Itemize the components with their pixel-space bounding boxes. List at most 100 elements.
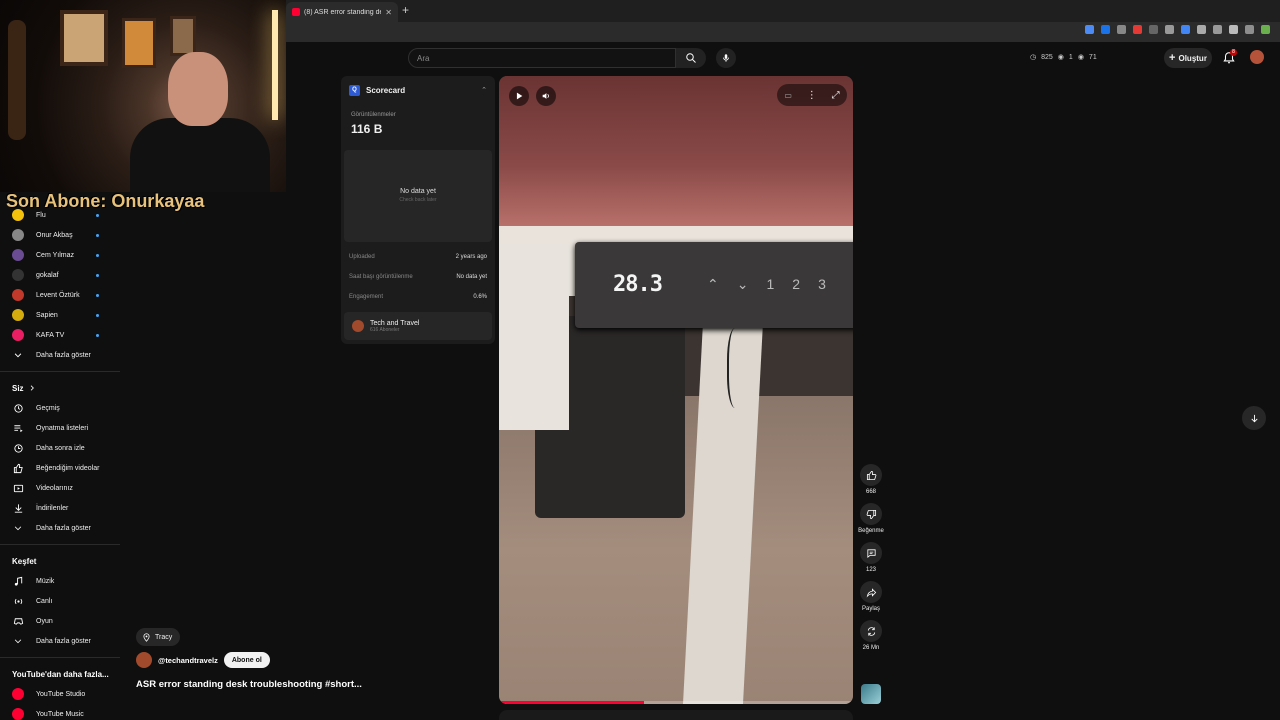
extension-icon[interactable] — [1229, 25, 1238, 34]
next-short-preview[interactable] — [499, 710, 853, 720]
collapse-icon[interactable]: ⌃ — [481, 86, 487, 94]
sidebar-item-explore[interactable]: Canlı — [0, 591, 120, 611]
sidebar-item-you[interactable]: Daha sonra izle — [0, 438, 120, 458]
share-button[interactable] — [860, 581, 882, 603]
you-list: Geçmiş Oynatma listeleri Daha sonra izle Be… — [0, 398, 120, 538]
tab-close-icon[interactable]: ✕ — [385, 8, 392, 17]
sidebar-subscription[interactable]: Onur Akbaş — [0, 225, 120, 245]
sidebar-item-you[interactable]: Daha fazla göster — [0, 518, 120, 538]
mic-icon — [723, 54, 729, 62]
like-action[interactable]: 668 — [856, 464, 886, 495]
sidebar-item-you[interactable]: Geçmiş — [0, 398, 120, 418]
sidebar-item-explore[interactable]: Daha fazla göster — [0, 631, 120, 651]
extension-icon[interactable] — [1165, 25, 1174, 34]
desk-panel-buttons: ⌃ ⌄ 1 2 3 — [707, 276, 826, 293]
stat-b: 1 — [1068, 53, 1073, 61]
extension-icon[interactable] — [1101, 25, 1110, 34]
sidebar-item-you[interactable]: Videolarınız — [0, 478, 120, 498]
no-data-text: No data yet — [400, 188, 436, 195]
scorecard-title: Scorecard — [366, 86, 406, 95]
channel-avatar[interactable] — [136, 652, 152, 668]
extension-icon[interactable] — [1245, 25, 1254, 34]
sidebar-subscription[interactable]: Sapien — [0, 305, 120, 325]
webcam-person-head — [168, 52, 228, 126]
sidebar-subscription[interactable]: Levent Öztürk — [0, 285, 120, 305]
views-label: Görüntülenmeler — [351, 112, 396, 118]
scorecard-channel[interactable]: Tech and Travel 616 Aboneler — [344, 312, 492, 340]
comments-action[interactable]: 123 — [856, 542, 886, 573]
share-action[interactable]: Paylaş — [856, 581, 886, 612]
history-icon — [12, 402, 24, 414]
create-button[interactable]: + Oluştur — [1164, 48, 1212, 68]
gaming-icon — [12, 615, 24, 627]
divider — [0, 371, 120, 372]
mute-button[interactable] — [536, 86, 556, 106]
like-button[interactable] — [860, 464, 882, 486]
video-title[interactable]: ASR error standing desk troubleshooting … — [136, 679, 362, 690]
play-button[interactable] — [509, 86, 529, 106]
share-label: Paylaş — [861, 606, 880, 612]
subscribe-button[interactable]: Abone ol — [223, 652, 270, 668]
last-subscriber-alert: Son Abone: Onurkayaa — [6, 191, 205, 211]
sidebar-item-label: Sapien — [36, 311, 58, 319]
extension-icon[interactable] — [1117, 25, 1126, 34]
sidebar-subscription[interactable]: KAFA TV — [0, 325, 120, 345]
channel-handle[interactable]: @techandtravelz — [158, 656, 218, 665]
account-avatar[interactable] — [1250, 50, 1264, 64]
desk-panel-button: ⌄ — [736, 276, 749, 292]
extension-icon[interactable] — [1261, 25, 1270, 34]
sidebar-subscription[interactable]: gokalaf — [0, 265, 120, 285]
browser-tab[interactable]: (8) ASR error standing desk ✕ — [286, 2, 398, 22]
extension-icon[interactable] — [1149, 25, 1158, 34]
remix-button[interactable] — [860, 620, 882, 642]
sidebar-section-you[interactable]: Siz — [0, 378, 120, 398]
dislike-action[interactable]: Beğenme — [856, 503, 886, 534]
row-value: 0.6% — [473, 294, 487, 300]
sidebar-subscription[interactable]: Cem Yılmaz — [0, 245, 120, 265]
extension-icons — [1085, 25, 1270, 34]
stat-c: 71 — [1088, 53, 1097, 61]
new-tab-button[interactable]: + — [402, 3, 409, 17]
extension-icon[interactable] — [1213, 25, 1222, 34]
sidebar-item-explore[interactable]: Müzik — [0, 571, 120, 591]
channel-name: Tech and Travel — [370, 319, 420, 327]
shorts-video-player[interactable]: 28.3 ⌃ ⌄ 1 2 3 ▭ ⋮ ⤢ — [499, 76, 853, 704]
new-content-dot — [96, 293, 99, 297]
thumbs-up-icon — [12, 462, 24, 474]
dislike-label: Beğenme — [858, 528, 884, 534]
extension-icon[interactable] — [1085, 25, 1094, 34]
search-input[interactable]: Ara — [408, 48, 676, 68]
extension-icon[interactable] — [1197, 25, 1206, 34]
channel-subscribers: 616 Aboneler — [370, 326, 400, 333]
sidebar-subs-more[interactable]: Daha fazla göster — [0, 345, 120, 365]
play-icon — [516, 92, 523, 100]
dislike-button[interactable] — [860, 503, 882, 525]
search-icon — [686, 53, 696, 63]
comments-button[interactable] — [860, 542, 882, 564]
scorecard-logo-icon: Q — [349, 85, 360, 96]
sidebar-item-you[interactable]: Beğendiğim videolar — [0, 458, 120, 478]
sidebar-item-label: Cem Yılmaz — [36, 251, 74, 259]
thumbs-down-icon — [866, 509, 876, 519]
sidebar-item-label: Videolarınız — [36, 484, 73, 492]
location-chip[interactable]: Tracy — [136, 628, 181, 646]
sidebar-item-more[interactable]: YouTube Music — [0, 704, 120, 720]
remix-action[interactable]: 26 Mn — [856, 620, 886, 651]
sidebar-item-explore[interactable]: Oyun — [0, 611, 120, 631]
search-button[interactable] — [676, 48, 706, 68]
extension-icon[interactable] — [1133, 25, 1142, 34]
captions-icon[interactable]: ▭ — [784, 91, 792, 100]
channel-avatar-icon — [12, 249, 24, 261]
sidebar-item-you[interactable]: İndirilenler — [0, 498, 120, 518]
voice-search-button[interactable] — [716, 48, 736, 68]
next-short-button[interactable] — [1242, 406, 1266, 430]
extension-icon[interactable] — [1181, 25, 1190, 34]
sidebar-item-you[interactable]: Oynatma listeleri — [0, 418, 120, 438]
sound-thumbnail[interactable] — [861, 684, 881, 704]
sidebar-item-more[interactable]: YouTube Studio — [0, 684, 120, 704]
more-vertical-icon[interactable]: ⋮ — [807, 90, 817, 101]
scorecard-chart-placeholder: No data yet Check back later — [344, 150, 492, 242]
video-progress-bar[interactable] — [499, 701, 853, 704]
fullscreen-icon[interactable]: ⤢ — [832, 90, 840, 101]
webcam-overlay — [0, 0, 286, 192]
